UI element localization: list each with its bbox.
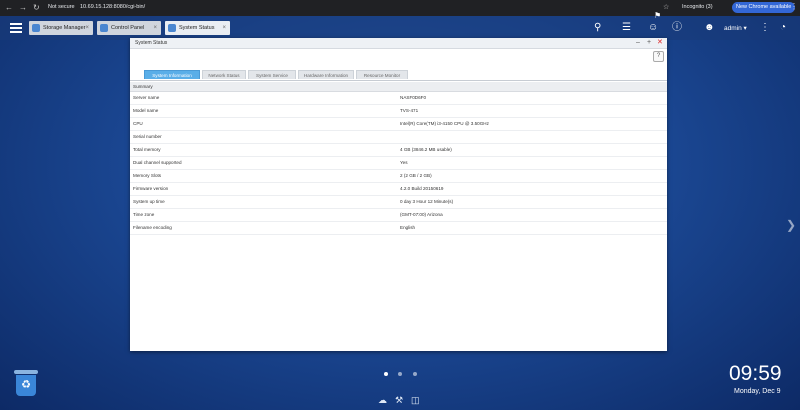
tools-icon[interactable]: ⚒ <box>395 395 403 406</box>
book-icon[interactable]: ◫ <box>411 395 420 406</box>
row-key: Total memory <box>133 147 161 152</box>
qts-taskbar: Storage Manager × Control Panel × System… <box>0 11 800 40</box>
minimize-icon[interactable]: – <box>636 38 640 48</box>
table-row: Model name TVS-471 <box>130 105 667 118</box>
system-status-icon <box>168 24 176 32</box>
row-key: Memory Slots <box>133 173 162 178</box>
summary-header: Summary <box>130 82 667 92</box>
close-icon[interactable]: × <box>153 21 157 35</box>
more-vert-icon[interactable]: ⋮ <box>790 2 798 11</box>
row-value: Yes <box>400 160 408 165</box>
tab-system-status[interactable]: System Status × <box>165 21 230 35</box>
forward-icon[interactable]: → <box>19 3 27 12</box>
row-value: TVS-471 <box>400 108 419 113</box>
search-icon[interactable]: ⚲ <box>594 22 601 34</box>
tasks-icon[interactable]: ☰ <box>622 22 631 34</box>
browser-toolbar: ← → ↻ Not secure 10.69.15.128:8080/cgi-b… <box>0 0 800 16</box>
tab-label: Storage Manager <box>43 25 86 31</box>
page-dot-1[interactable] <box>384 372 388 376</box>
menu-icon[interactable] <box>10 21 22 33</box>
tab-system-information[interactable]: System Information <box>144 70 200 79</box>
tab-system-service[interactable]: System Service <box>248 70 296 79</box>
back-icon[interactable]: ← <box>5 3 13 12</box>
page-dot-2[interactable] <box>398 372 402 376</box>
control-panel-icon <box>100 24 108 32</box>
tab-control-panel[interactable]: Control Panel × <box>97 21 161 35</box>
close-icon[interactable]: × <box>222 21 226 35</box>
person-icon[interactable]: ☻ <box>704 22 715 34</box>
row-key: Firmware version <box>133 186 169 191</box>
row-key: Dual channel supported <box>133 160 182 165</box>
row-key: Server name <box>133 95 160 100</box>
table-row: Serial number <box>130 131 667 144</box>
incognito-indicator[interactable]: Incognito (3) <box>682 4 713 10</box>
table-row: Firmware version 4.2.0 Build 20150619 <box>130 183 667 196</box>
row-key: CPU <box>133 121 143 126</box>
row-value: (GMT-07:00) Arizona <box>400 212 443 217</box>
tab-storage-manager[interactable]: Storage Manager × <box>29 21 93 35</box>
row-key: Time zone <box>133 212 155 217</box>
tab-label: System Status <box>179 25 215 31</box>
reload-icon[interactable]: ↻ <box>33 3 40 12</box>
row-value: 0 day 3 Hour 12 Minute(s) <box>400 199 454 204</box>
table-row: Filename encoding English <box>130 222 667 235</box>
user-menu[interactable]: admin ▾ <box>724 24 747 32</box>
row-value: 4.2.0 Build 20150619 <box>400 186 444 191</box>
window-title: System Status <box>135 40 168 46</box>
not-secure-label[interactable]: Not secure <box>48 4 75 10</box>
close-icon[interactable]: ✕ <box>657 38 663 48</box>
info-table: Server name NASF0D6F0 Model name TVS-471 C… <box>130 92 667 235</box>
page-dot-3[interactable] <box>413 372 417 376</box>
close-icon[interactable]: × <box>85 21 89 35</box>
help-button[interactable]: ? <box>653 51 664 62</box>
table-row: System up time 0 day 3 Hour 12 Minute(s) <box>130 196 667 209</box>
row-value: NASF0D6F0 <box>400 95 427 100</box>
address-bar[interactable]: 10.69.15.128:8080/cgi-bin/ <box>80 4 145 10</box>
table-row: Time zone (GMT-07:00) Arizona <box>130 209 667 222</box>
chevron-right-icon[interactable]: ❯ <box>786 218 796 232</box>
row-value: 4 GB (3846.2 MB usable) <box>400 147 452 152</box>
info-icon[interactable]: ⓘ <box>672 22 682 34</box>
recycle-bin-icon[interactable]: ♻ <box>14 370 38 396</box>
desktop-clock: 09:59 <box>729 362 782 385</box>
table-row: Memory Slots 2 (2 GB / 2 GB) <box>130 170 667 183</box>
user-account-icon[interactable]: ☺ <box>648 22 658 34</box>
row-key: System up time <box>133 199 165 204</box>
window-tabs: System Information Network Status System… <box>130 70 667 81</box>
row-key: Filename encoding <box>133 225 172 230</box>
notification-icon[interactable]: ⚑ <box>654 10 661 22</box>
table-row: Dual channel supported Yes <box>130 157 667 170</box>
tab-network-status[interactable]: Network Status <box>202 70 246 79</box>
tab-hardware-information[interactable]: Hardware Information <box>298 70 354 79</box>
summary-label: Summary <box>133 84 153 89</box>
maximize-icon[interactable]: + <box>647 38 651 48</box>
row-key: Serial number <box>133 134 162 139</box>
row-value: 2 (2 GB / 2 GB) <box>400 173 432 178</box>
system-status-window: System Status – + ✕ ? System Information… <box>130 38 667 351</box>
speedometer-icon[interactable]: ◔ <box>780 22 786 34</box>
new-chrome-button[interactable]: New Chrome available <box>732 2 796 13</box>
row-key: Model name <box>133 108 159 113</box>
window-titlebar[interactable]: System Status – + ✕ <box>130 38 667 49</box>
storage-manager-icon <box>32 24 40 32</box>
table-row: Total memory 4 GB (3846.2 MB usable) <box>130 144 667 157</box>
star-icon[interactable]: ☆ <box>663 3 669 11</box>
table-row: Server name NASF0D6F0 <box>130 92 667 105</box>
more-vert-icon[interactable]: ⋮ <box>760 22 770 34</box>
row-value: English <box>400 225 416 230</box>
table-row: CPU Intel(R) Core(TM) i3-4150 CPU @ 3.50G… <box>130 118 667 131</box>
row-value: Intel(R) Core(TM) i3-4150 CPU @ 3.50GHz <box>400 121 489 126</box>
cloud-icon[interactable]: ☁ <box>378 395 387 406</box>
tab-label: Control Panel <box>111 25 145 31</box>
tab-resource-monitor[interactable]: Resource Monitor <box>356 70 408 79</box>
desktop-date: Monday, Dec 9 <box>734 388 781 395</box>
